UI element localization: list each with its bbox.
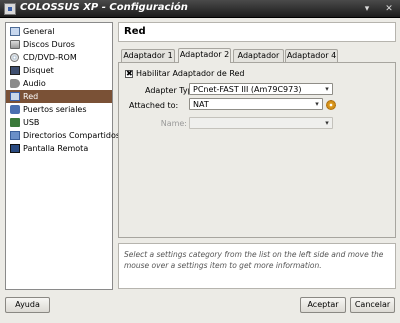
audio-icon (10, 79, 20, 88)
cd-icon (10, 53, 19, 62)
attached-to-select[interactable]: NAT ▾ (189, 98, 323, 110)
tab-adapter-1[interactable]: Adaptador 1 (121, 49, 175, 62)
adapter-panel: ✖ Habilitar Adaptador de Red Adapter Typ… (118, 62, 396, 238)
page-title: Red (124, 26, 146, 37)
attached-to-value: NAT (193, 100, 209, 109)
sidebar-item-network[interactable]: Red (6, 90, 112, 103)
floppy-icon (10, 66, 20, 75)
interface-name-select[interactable]: ▾ (189, 117, 333, 129)
interface-name-label: Name: (160, 119, 187, 128)
window-title: COLOSSUS XP - Configuración (20, 2, 188, 13)
usb-icon (10, 118, 20, 127)
sidebar-item-label: Red (23, 92, 39, 101)
sidebar-item-label: Disquet (23, 66, 54, 75)
help-info-box: Select a settings category from the list… (118, 243, 396, 289)
sidebar-item-remote-display[interactable]: Pantalla Remota (6, 142, 112, 155)
sidebar-item-label: Pantalla Remota (23, 144, 89, 153)
attached-to-label: Attached to: (129, 101, 179, 110)
adapter-type-label: Adapter Type: (145, 86, 201, 95)
general-icon (10, 27, 20, 36)
page-header: Red (118, 22, 396, 42)
sidebar-item-label: CD/DVD-ROM (23, 53, 77, 62)
sidebar-item-label: USB (23, 118, 40, 127)
tab-adapter-4[interactable]: Adaptador 4 (285, 49, 338, 62)
network-icon (10, 92, 20, 101)
sidebar-item-serial-ports[interactable]: Puertos seriales (6, 103, 112, 116)
tab-adapter-2[interactable]: Adaptador 2 (178, 48, 231, 63)
sidebar-item-usb[interactable]: USB (6, 116, 112, 129)
minimize-icon[interactable]: ▾ (362, 4, 372, 14)
sidebar-item-label: Directorios Compartidos (23, 131, 121, 140)
chevron-down-icon: ▾ (325, 85, 329, 93)
help-info-text: Select a settings category from the list… (124, 250, 384, 270)
advanced-settings-gear-icon[interactable] (326, 100, 336, 110)
cancel-button[interactable]: Cancelar (350, 297, 395, 313)
chevron-down-icon: ▾ (315, 100, 319, 108)
sidebar-item-general[interactable]: General (6, 25, 112, 38)
sidebar-item-shared-folders[interactable]: Directorios Compartidos (6, 129, 120, 142)
help-button[interactable]: Ayuda (5, 297, 50, 313)
title-bar[interactable]: COLOSSUS XP - Configuración ▾ ✕ (0, 0, 400, 18)
shared-folder-icon (10, 131, 20, 140)
hard-disk-icon (10, 40, 20, 49)
sidebar-item-audio[interactable]: Audio (6, 77, 112, 90)
settings-window: COLOSSUS XP - Configuración ▾ ✕ General … (0, 0, 400, 323)
sidebar-item-floppy[interactable]: Disquet (6, 64, 112, 77)
chevron-down-icon: ▾ (325, 119, 329, 127)
sidebar-item-cd-dvd[interactable]: CD/DVD-ROM (6, 51, 112, 64)
close-icon[interactable]: ✕ (384, 4, 394, 14)
enable-adapter-checkbox[interactable]: ✖ (125, 70, 133, 78)
adapter-tabs: Adaptador 1 Adaptador 2 Adaptador 3 Adap… (118, 48, 396, 72)
sidebar-item-label: Puertos seriales (23, 105, 87, 114)
sidebar-item-label: Audio (23, 79, 46, 88)
enable-adapter-label: Habilitar Adaptador de Red (136, 69, 245, 78)
sidebar-item-label: Discos Duros (23, 40, 75, 49)
tab-adapter-3[interactable]: Adaptador 3 (233, 49, 284, 72)
adapter-type-select[interactable]: PCnet-FAST III (Am79C973) ▾ (189, 83, 333, 95)
adapter-type-value: PCnet-FAST III (Am79C973) (193, 85, 302, 94)
ok-button[interactable]: Aceptar (300, 297, 346, 313)
sidebar-item-label: General (23, 27, 55, 36)
serial-port-icon (10, 105, 20, 114)
app-icon (4, 3, 16, 15)
remote-display-icon (10, 144, 20, 153)
sidebar-item-hard-disks[interactable]: Discos Duros (6, 38, 112, 51)
category-list[interactable]: General Discos Duros CD/DVD-ROM Disquet … (5, 22, 120, 290)
